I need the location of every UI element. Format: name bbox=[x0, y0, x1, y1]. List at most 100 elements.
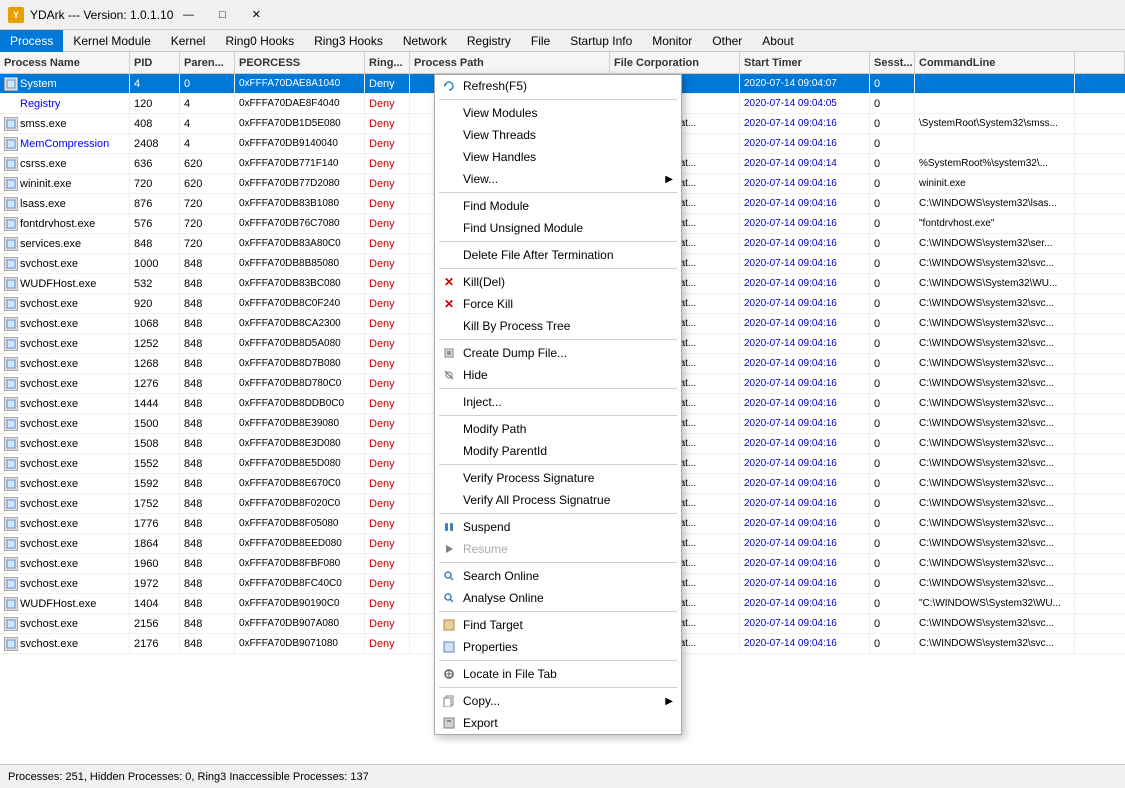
window-controls: — □ ✕ bbox=[173, 4, 271, 26]
cell-cmd: %SystemRoot%\system32\... bbox=[915, 154, 1075, 173]
menu-about[interactable]: About bbox=[752, 30, 803, 52]
cell-pid: 876 bbox=[130, 194, 180, 213]
menu-network[interactable]: Network bbox=[393, 30, 457, 52]
ctx-label: View Handles bbox=[463, 150, 536, 164]
cell-ring: Deny bbox=[365, 274, 410, 293]
cell-sess: 0 bbox=[870, 514, 915, 533]
col-process-name[interactable]: Process Name bbox=[0, 52, 130, 73]
close-button[interactable]: ✕ bbox=[241, 4, 271, 26]
context-menu-item-view[interactable]: View...▶ bbox=[435, 168, 681, 190]
cell-name: svchost.exe bbox=[0, 574, 130, 593]
context-menu-item-kill[interactable]: ✕Kill(Del) bbox=[435, 271, 681, 293]
menu-other[interactable]: Other bbox=[702, 30, 752, 52]
context-menu-item-inject[interactable]: Inject... bbox=[435, 391, 681, 413]
cell-cmd: C:\WINDOWS\system32\svc... bbox=[915, 574, 1075, 593]
cell-timer: 2020-07-14 09:04:16 bbox=[740, 394, 870, 413]
cell-peorcess: 0xFFFA70DB83BC080 bbox=[235, 274, 365, 293]
ctx-label: Kill(Del) bbox=[463, 275, 505, 289]
minimize-button[interactable]: — bbox=[173, 4, 203, 26]
context-menu-item-find-module[interactable]: Find Module bbox=[435, 195, 681, 217]
context-menu-item-refresh[interactable]: Refresh(F5) bbox=[435, 75, 681, 97]
process-icon bbox=[4, 477, 18, 491]
col-timer[interactable]: Start Timer bbox=[740, 52, 870, 73]
cell-cmd: C:\WINDOWS\system32\svc... bbox=[915, 494, 1075, 513]
col-corp[interactable]: File Corporation bbox=[610, 52, 740, 73]
cell-name: Registry bbox=[0, 94, 130, 113]
context-menu-item-kill-by-tree[interactable]: Kill By Process Tree bbox=[435, 315, 681, 337]
context-menu-item-find-unsigned[interactable]: Find Unsigned Module bbox=[435, 217, 681, 239]
cell-timer: 2020-07-14 09:04:16 bbox=[740, 514, 870, 533]
context-menu-item-locate-file[interactable]: Locate in File Tab bbox=[435, 663, 681, 685]
menu-process[interactable]: Process bbox=[0, 30, 63, 52]
cell-timer: 2020-07-14 09:04:05 bbox=[740, 94, 870, 113]
process-name-text: fontdrvhost.exe bbox=[20, 218, 95, 230]
cell-cmd: "fontdrvhost.exe" bbox=[915, 214, 1075, 233]
context-menu-item-view-threads[interactable]: View Threads bbox=[435, 124, 681, 146]
col-expand bbox=[1075, 52, 1125, 73]
process-icon bbox=[4, 77, 18, 91]
context-menu-item-hide[interactable]: Hide bbox=[435, 364, 681, 386]
context-menu-item-suspend[interactable]: Suspend bbox=[435, 516, 681, 538]
menu-startup-info[interactable]: Startup Info bbox=[560, 30, 642, 52]
cell-peorcess: 0xFFFA70DB8C0F240 bbox=[235, 294, 365, 313]
process-icon bbox=[4, 117, 18, 131]
context-menu-item-analyse-online[interactable]: Analyse Online bbox=[435, 587, 681, 609]
col-ring[interactable]: Ring... bbox=[365, 52, 410, 73]
cell-pid: 1592 bbox=[130, 474, 180, 493]
context-menu-item-view-handles[interactable]: View Handles bbox=[435, 146, 681, 168]
cell-name: svchost.exe bbox=[0, 314, 130, 333]
cell-timer: 2020-07-14 09:04:16 bbox=[740, 134, 870, 153]
cell-pid: 1252 bbox=[130, 334, 180, 353]
cell-cmd: C:\WINDOWS\system32\lsas... bbox=[915, 194, 1075, 213]
col-cmd[interactable]: CommandLine bbox=[915, 52, 1075, 73]
maximize-button[interactable]: □ bbox=[207, 4, 237, 26]
x-red-icon: ✕ bbox=[441, 296, 457, 312]
context-menu-item-modify-path[interactable]: Modify Path bbox=[435, 418, 681, 440]
context-menu-item-dump[interactable]: Create Dump File... bbox=[435, 342, 681, 364]
col-peorcess[interactable]: PEORCESS bbox=[235, 52, 365, 73]
status-text: Processes: 251, Hidden Processes: 0, Rin… bbox=[8, 771, 369, 783]
cell-sess: 0 bbox=[870, 214, 915, 233]
context-menu-item-verify-sig[interactable]: Verify Process Signature bbox=[435, 467, 681, 489]
context-menu-item-export[interactable]: Export bbox=[435, 712, 681, 734]
context-menu-item-delete-file[interactable]: Delete File After Termination bbox=[435, 244, 681, 266]
cell-peorcess: 0xFFFA70DB76C7080 bbox=[235, 214, 365, 233]
process-icon bbox=[4, 197, 18, 211]
cell-timer: 2020-07-14 09:04:16 bbox=[740, 434, 870, 453]
menu-registry[interactable]: Registry bbox=[457, 30, 521, 52]
cell-ring: Deny bbox=[365, 314, 410, 333]
context-menu-separator bbox=[439, 99, 677, 100]
context-menu-item-verify-all[interactable]: Verify All Process Signatrue bbox=[435, 489, 681, 511]
menu-kernel-module[interactable]: Kernel Module bbox=[63, 30, 160, 52]
context-menu-item-view-modules[interactable]: View Modules bbox=[435, 102, 681, 124]
context-menu-separator bbox=[439, 415, 677, 416]
context-menu-item-modify-parent[interactable]: Modify ParentId bbox=[435, 440, 681, 462]
status-bar: Processes: 251, Hidden Processes: 0, Rin… bbox=[0, 764, 1125, 788]
menu-ring3-hooks[interactable]: Ring3 Hooks bbox=[304, 30, 393, 52]
context-menu-item-properties[interactable]: Properties bbox=[435, 636, 681, 658]
process-name-text: MemCompression bbox=[20, 138, 109, 150]
col-sess[interactable]: Sesst... bbox=[870, 52, 915, 73]
context-menu-item-find-target[interactable]: Find Target bbox=[435, 614, 681, 636]
col-process-path[interactable]: Process Path bbox=[410, 52, 610, 73]
menu-monitor[interactable]: Monitor bbox=[642, 30, 702, 52]
cell-sess: 0 bbox=[870, 154, 915, 173]
menu-file[interactable]: File bbox=[521, 30, 560, 52]
process-icon bbox=[4, 377, 18, 391]
menu-kernel[interactable]: Kernel bbox=[161, 30, 216, 52]
cell-pid: 2408 bbox=[130, 134, 180, 153]
col-parent[interactable]: Paren... bbox=[180, 52, 235, 73]
export-icon bbox=[441, 715, 457, 731]
cell-ring: Deny bbox=[365, 74, 410, 93]
process-name-text: svchost.exe bbox=[20, 538, 78, 550]
context-menu-item-force-kill[interactable]: ✕Force Kill bbox=[435, 293, 681, 315]
process-name-text: svchost.exe bbox=[20, 458, 78, 470]
cell-parent: 620 bbox=[180, 174, 235, 193]
context-menu-item-copy[interactable]: Copy...▶ bbox=[435, 690, 681, 712]
cell-pid: 2156 bbox=[130, 614, 180, 633]
cell-ring: Deny bbox=[365, 474, 410, 493]
context-menu-separator bbox=[439, 339, 677, 340]
col-pid[interactable]: PID bbox=[130, 52, 180, 73]
context-menu-item-search-online[interactable]: Search Online bbox=[435, 565, 681, 587]
menu-ring0-hooks[interactable]: Ring0 Hooks bbox=[215, 30, 304, 52]
